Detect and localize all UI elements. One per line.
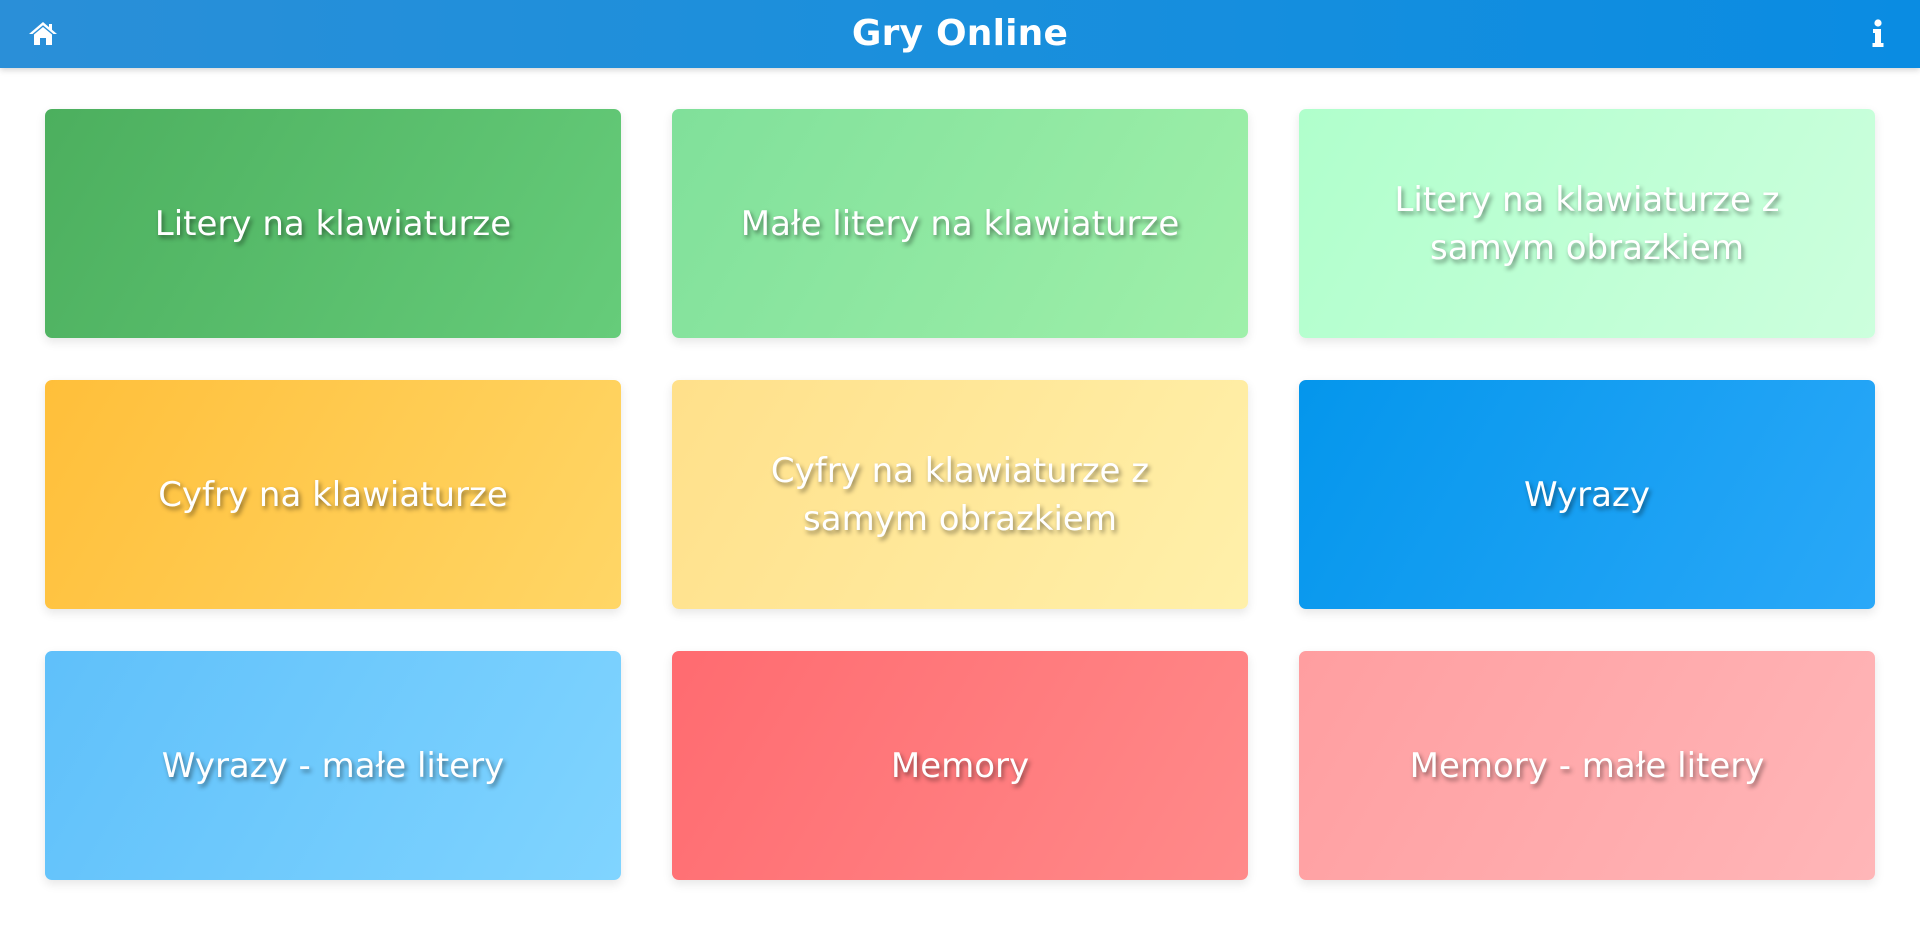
tile-label: Litery na klawiaturze (154, 203, 512, 244)
tile-label: Małe litery na klawiaturze (740, 203, 1180, 244)
tile-label: Cyfry na klawiaturze z samym obrazkiem (770, 450, 1150, 539)
game-tile-cyfry-obrazek[interactable]: Cyfry na klawiaturze z samym obrazkiem (672, 380, 1248, 609)
info-icon (1872, 19, 1884, 47)
info-button[interactable] (1870, 18, 1886, 50)
tile-label: Wyrazy (1524, 474, 1650, 515)
page-title: Gry Online (851, 13, 1069, 54)
tile-label: Memory (890, 745, 1030, 786)
game-tile-wyrazy[interactable]: Wyrazy (1299, 380, 1875, 609)
app-header: Gry Online (0, 0, 1920, 68)
game-tile-memory-male[interactable]: Memory - małe litery (1299, 651, 1875, 880)
tile-label: Memory - małe litery (1409, 745, 1765, 786)
game-tile-male-litery[interactable]: Małe litery na klawiaturze (672, 109, 1248, 338)
tile-label: Litery na klawiaturze z samym obrazkiem (1394, 179, 1780, 268)
game-tile-cyfry[interactable]: Cyfry na klawiaturze (45, 380, 621, 609)
game-tile-litery-obrazek[interactable]: Litery na klawiaturze z samym obrazkiem (1299, 109, 1875, 338)
games-grid: Litery na klawiaturze Małe litery na kla… (45, 109, 1875, 880)
tile-label: Wyrazy - małe litery (161, 745, 505, 786)
game-tile-litery[interactable]: Litery na klawiaturze (45, 109, 621, 338)
game-tile-memory[interactable]: Memory (672, 651, 1248, 880)
tile-label: Cyfry na klawiaturze (158, 474, 508, 515)
game-tile-wyrazy-male[interactable]: Wyrazy - małe litery (45, 651, 621, 880)
